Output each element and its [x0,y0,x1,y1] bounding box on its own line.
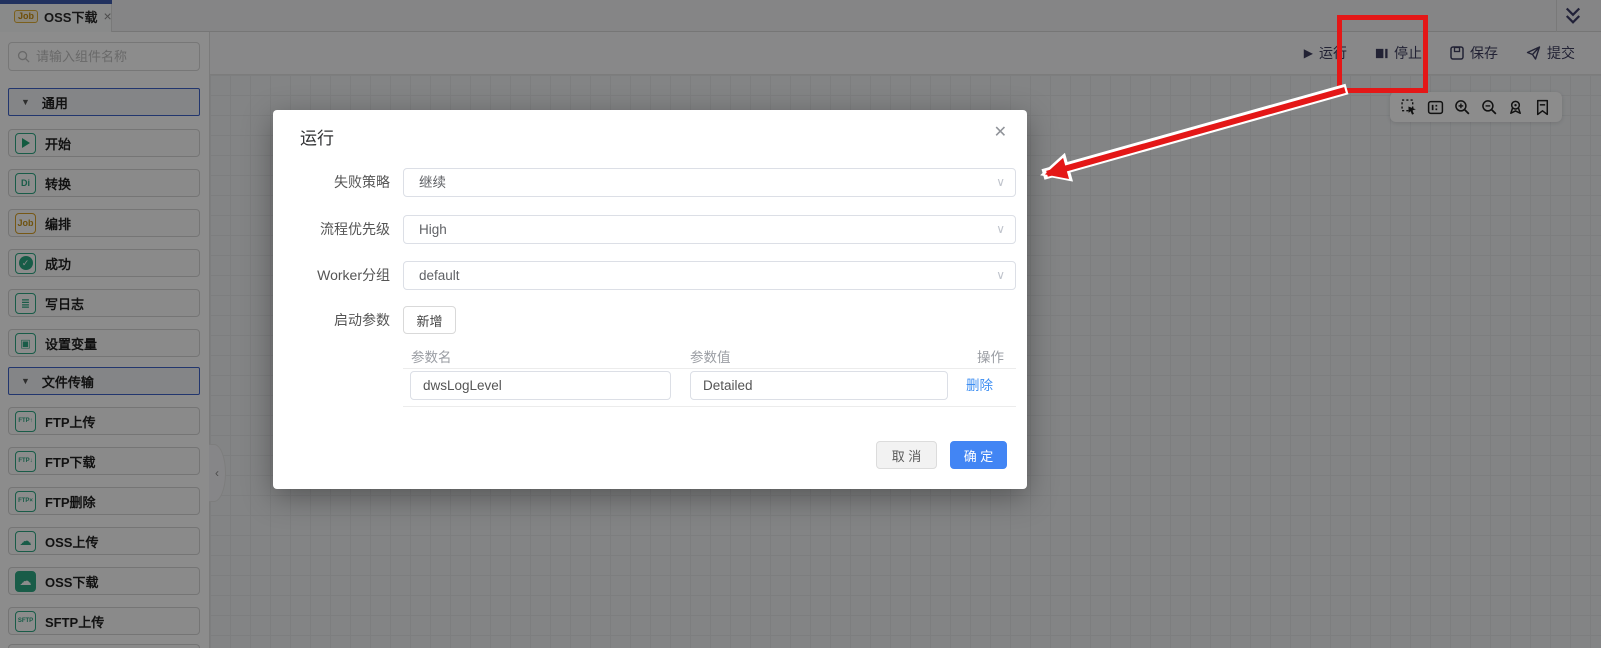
worker-group-select[interactable]: default ∨ [403,261,1016,290]
table-row-divider [403,406,1016,407]
field-label-failure-policy: 失败策略 [334,174,390,190]
worker-group-value: default [419,268,460,283]
table-header-divider [403,368,1016,369]
failure-policy-value: 继续 [419,175,446,190]
app-screen: Job OSS下载 × ▶ 运行 停止 保存 提交 请输入组件名称 ▼ 通用 开… [0,0,1601,648]
column-header-action: 操作 [977,350,1004,365]
column-header-param-value: 参数值 [690,350,731,365]
cancel-button[interactable]: 取 消 [876,441,937,469]
column-header-param-name: 参数名 [411,350,452,365]
field-label-worker-group: Worker分组 [317,267,390,283]
add-param-button[interactable]: 新增 [403,306,456,334]
chevron-down-icon: ∨ [996,175,1005,189]
field-label-startup-params: 启动参数 [334,312,390,328]
failure-policy-select[interactable]: 继续 ∨ [403,168,1016,197]
param-value-input[interactable] [690,371,948,400]
run-dialog: 运行 ✕ 失败策略 继续 ∨ 流程优先级 High ∨ Worker分组 def… [273,110,1027,489]
close-icon[interactable]: ✕ [994,122,1007,142]
delete-param-link[interactable]: 删除 [966,371,993,400]
field-label-priority: 流程优先级 [320,221,390,237]
priority-select[interactable]: High ∨ [403,215,1016,244]
dialog-title: 运行 [300,129,334,148]
chevron-down-icon: ∨ [996,222,1005,236]
confirm-button[interactable]: 确 定 [950,441,1007,469]
chevron-down-icon: ∨ [996,268,1005,282]
priority-value: High [419,222,447,237]
param-name-input[interactable] [410,371,671,400]
